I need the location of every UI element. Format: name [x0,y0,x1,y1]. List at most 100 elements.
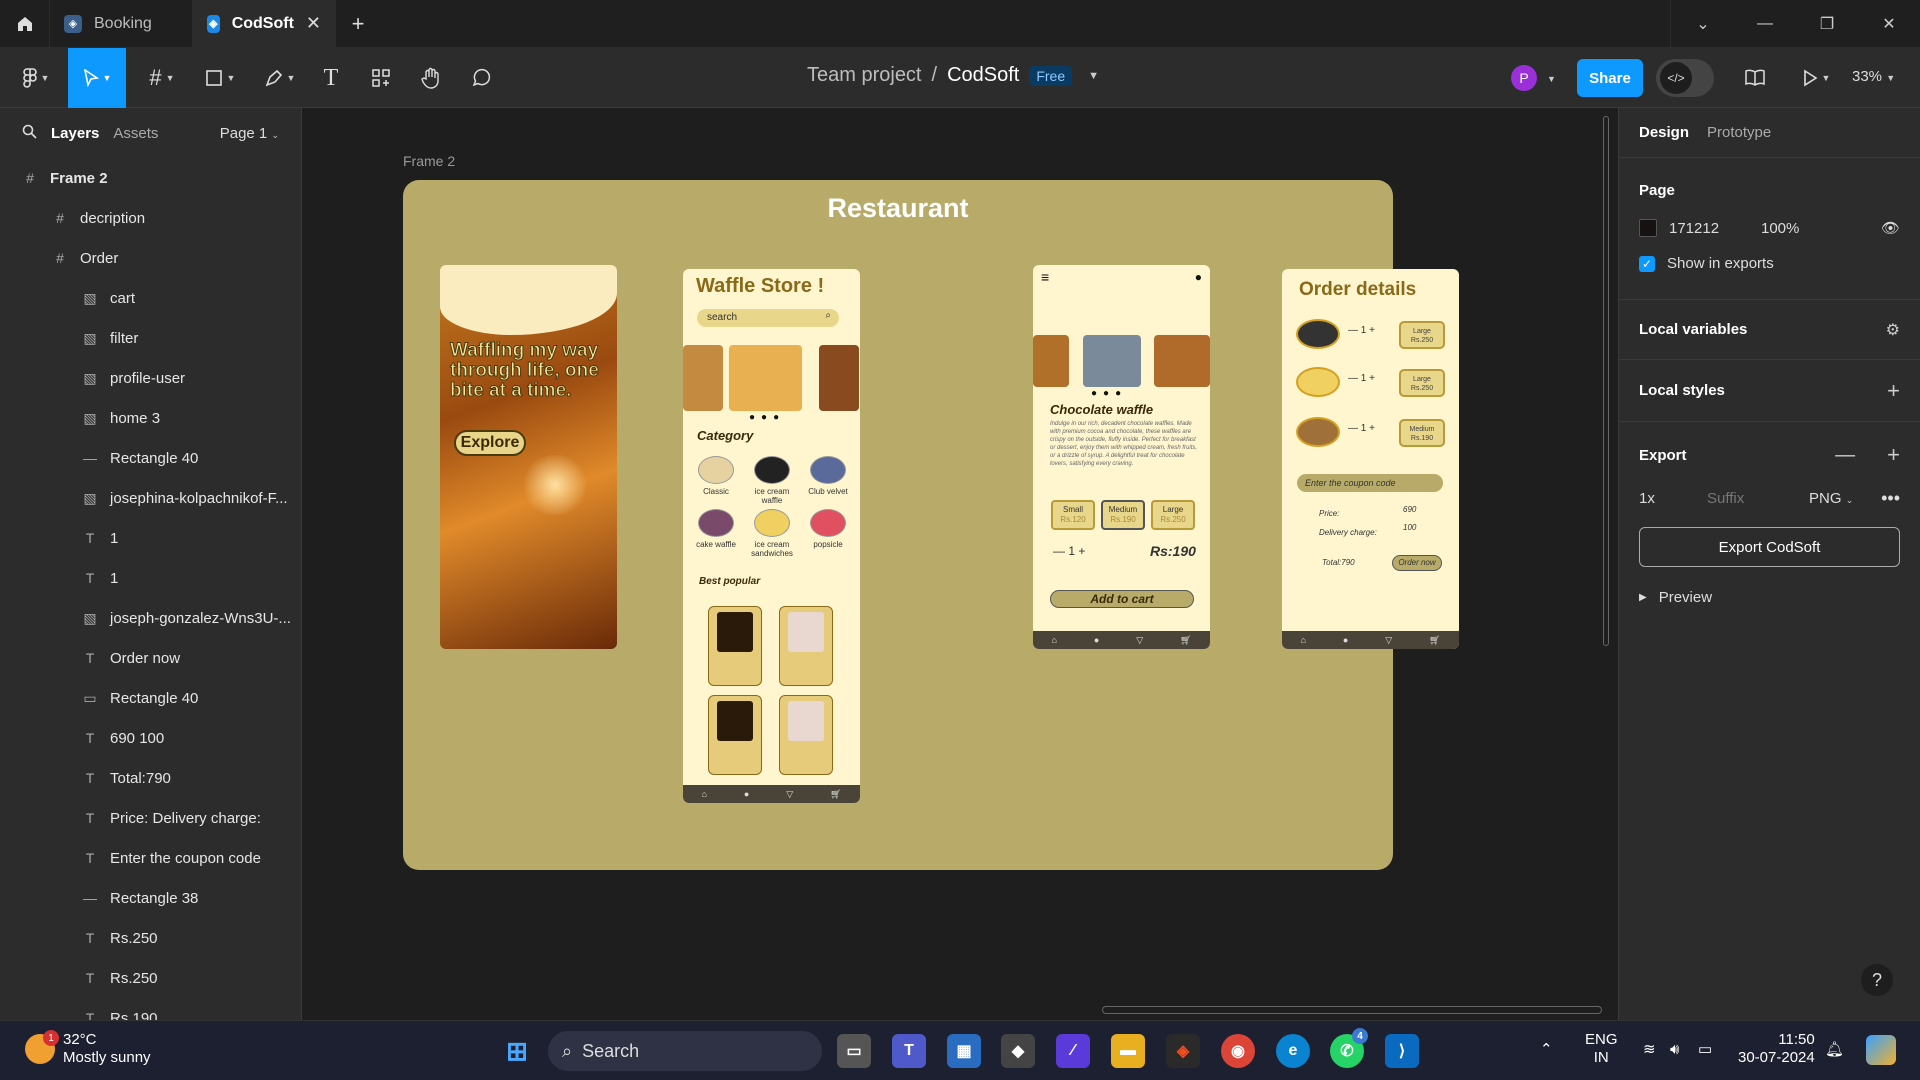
vscode-icon[interactable]: ⟩ [1385,1034,1419,1068]
chevron-down-icon[interactable]: ▼ [1547,74,1556,84]
order-row[interactable]: — 1 + Large Rs.250 [1296,319,1456,349]
wifi-icon[interactable]: ≋ [1643,1041,1656,1059]
pen-tool-button[interactable]: ▼ [258,48,302,108]
size-small-option[interactable]: Small Rs.120 [1051,500,1095,530]
shape-tool-button[interactable]: ▼ [198,48,242,108]
search-input[interactable]: search ⌕ [697,309,839,327]
layer-item[interactable]: T Order now [0,638,301,678]
page-selector[interactable]: Page 1 ⌄ [220,125,279,142]
order-row[interactable]: — 1 + Medium Rs.190 [1296,417,1456,447]
add-to-cart-button[interactable]: Add to cart [1050,590,1194,608]
tab-prototype[interactable]: Prototype [1707,124,1771,141]
export-button[interactable]: Export CodSoft [1639,527,1900,567]
tab-booking[interactable]: ◈ Booking [50,0,193,48]
library-button[interactable] [1740,48,1770,108]
product-card[interactable] [708,695,762,775]
layer-item[interactable]: ▧ profile-user [0,358,301,398]
home-icon[interactable] [0,0,50,48]
layer-item[interactable]: — Rectangle 40 [0,438,301,478]
clock[interactable]: 11:50 30-07-2024 [1738,1031,1815,1067]
file-explorer-icon[interactable]: ▬ [1111,1034,1145,1068]
page-opacity-value[interactable]: 100% [1761,220,1799,237]
color-swatch[interactable] [1639,219,1657,237]
file-name[interactable]: CodSoft [947,64,1019,87]
help-button[interactable]: ? [1861,964,1893,996]
teams-icon[interactable]: T [892,1034,926,1068]
minimize-button[interactable]: — [1734,0,1796,48]
show-in-exports-row[interactable]: ✓ Show in exports [1639,255,1900,272]
chevron-down-icon[interactable]: ⌄ [1672,0,1734,48]
eye-icon[interactable]: 👁︎ [1881,219,1900,237]
frame-tool-button[interactable]: # ▼ [140,48,184,108]
taskbar-search[interactable]: ⌕ Search [548,1031,822,1071]
layer-item[interactable]: T Price: Delivery charge: [0,798,301,838]
whatsapp-icon[interactable]: ✆ 4 [1330,1028,1368,1068]
window-close-button[interactable]: ✕ [1858,0,1920,48]
vertical-scrollbar[interactable] [1603,116,1609,646]
layer-item[interactable]: # Frame 2 [0,158,301,198]
profile-icon[interactable]: ● [744,789,749,799]
layer-item[interactable]: ▧ joseph-gonzalez-Wns3U-... [0,598,301,638]
zoom-level[interactable]: 33% ▼ [1852,68,1895,85]
order-row[interactable]: — 1 + Large Rs.250 [1296,367,1456,397]
canvas[interactable]: Frame 2 Restaurant Waffling my way throu… [302,108,1618,1020]
layer-item[interactable]: T Total:790 [0,758,301,798]
layer-item[interactable]: T Enter the coupon code [0,838,301,878]
hand-tool-button[interactable] [416,48,446,108]
product-card[interactable] [779,606,833,686]
comment-tool-button[interactable] [466,48,496,108]
tab-layers[interactable]: Layers [51,125,99,142]
horizontal-scrollbar[interactable] [1102,1006,1602,1014]
tab-codsoft[interactable]: ◈ CodSoft ✕ [193,0,336,48]
category-item[interactable]: Club velvet [803,456,853,496]
order-now-button[interactable]: Order now [1392,555,1442,571]
new-tab-button[interactable]: + [336,0,380,48]
profile-icon[interactable]: ● [1343,635,1348,645]
layer-item[interactable]: — Rectangle 38 [0,878,301,918]
figma-icon[interactable]: ◈ [1166,1034,1200,1068]
format-select[interactable]: PNG ⌄ [1809,490,1853,507]
product-screen[interactable]: ≡ ● ●●● Chocolate waffle Indulge in our … [1033,265,1210,649]
edge-icon[interactable]: e [1276,1034,1310,1068]
plus-icon[interactable]: + [1887,378,1900,404]
show-hidden-icons[interactable]: ⌃ [1540,1041,1553,1059]
export-scale[interactable]: 1x [1639,490,1695,507]
home-icon[interactable]: ⌂ [1300,635,1305,645]
quantity-stepper[interactable]: — 1 + [1348,325,1375,336]
store-screen[interactable]: Waffle Store ! search ⌕ ●●● Category Cla… [683,269,860,803]
local-styles-section[interactable]: Local styles + [1619,360,1920,422]
layer-item[interactable]: ▧ josephina-kolpachnikof-F... [0,478,301,518]
quantity-stepper[interactable]: — 1 + [1348,373,1375,384]
frame-label[interactable]: Frame 2 [403,153,455,169]
category-item[interactable]: ice cream waffle [747,456,797,505]
order-screen[interactable]: Order details — 1 + Large Rs.250 — 1 + La… [1282,269,1459,649]
layer-item[interactable]: ▧ home 3 [0,398,301,438]
home-icon[interactable]: ⌂ [701,789,706,799]
app-icon[interactable]: ⁄ [1056,1034,1090,1068]
layer-item[interactable]: T Rs.190 [0,998,301,1021]
category-item[interactable]: popsicle [803,509,853,549]
layer-item[interactable]: T1 [0,558,301,598]
local-variables-section[interactable]: Local variables ⚙ [1619,300,1920,360]
suffix-input[interactable]: Suffix [1707,490,1797,507]
restaurant-frame[interactable]: Restaurant Waffling my way through life,… [403,180,1459,870]
layer-item[interactable]: # decription [0,198,301,238]
tab-assets[interactable]: Assets [113,125,158,142]
category-item[interactable]: ice cream sandwiches [747,509,797,558]
store-icon[interactable]: ▦ [947,1034,981,1068]
close-icon[interactable]: ✕ [306,13,321,34]
cart-icon[interactable]: 🛒︎ [1180,635,1191,646]
app-icon[interactable]: ◆ [1001,1034,1035,1068]
page-color-row[interactable]: 171212 100% 👁︎ [1639,219,1900,237]
cart-icon[interactable]: 🛒︎ [1429,635,1440,646]
size-medium-option[interactable]: Medium Rs.190 [1101,500,1145,530]
battery-icon[interactable]: ▭ [1698,1041,1712,1059]
splash-screen[interactable]: Waffling my way through life, one bite a… [440,265,617,649]
layer-item[interactable]: ▧ cart [0,278,301,318]
present-button[interactable]: ▼ [1796,48,1836,108]
language-indicator[interactable]: ENG IN [1585,1031,1618,1067]
more-icon[interactable]: ••• [1881,488,1900,509]
page-color-value[interactable]: 171212 [1669,220,1749,237]
notification-bell-icon[interactable]: 🔔︎ [1825,1041,1844,1059]
copilot-icon[interactable] [1866,1035,1896,1065]
